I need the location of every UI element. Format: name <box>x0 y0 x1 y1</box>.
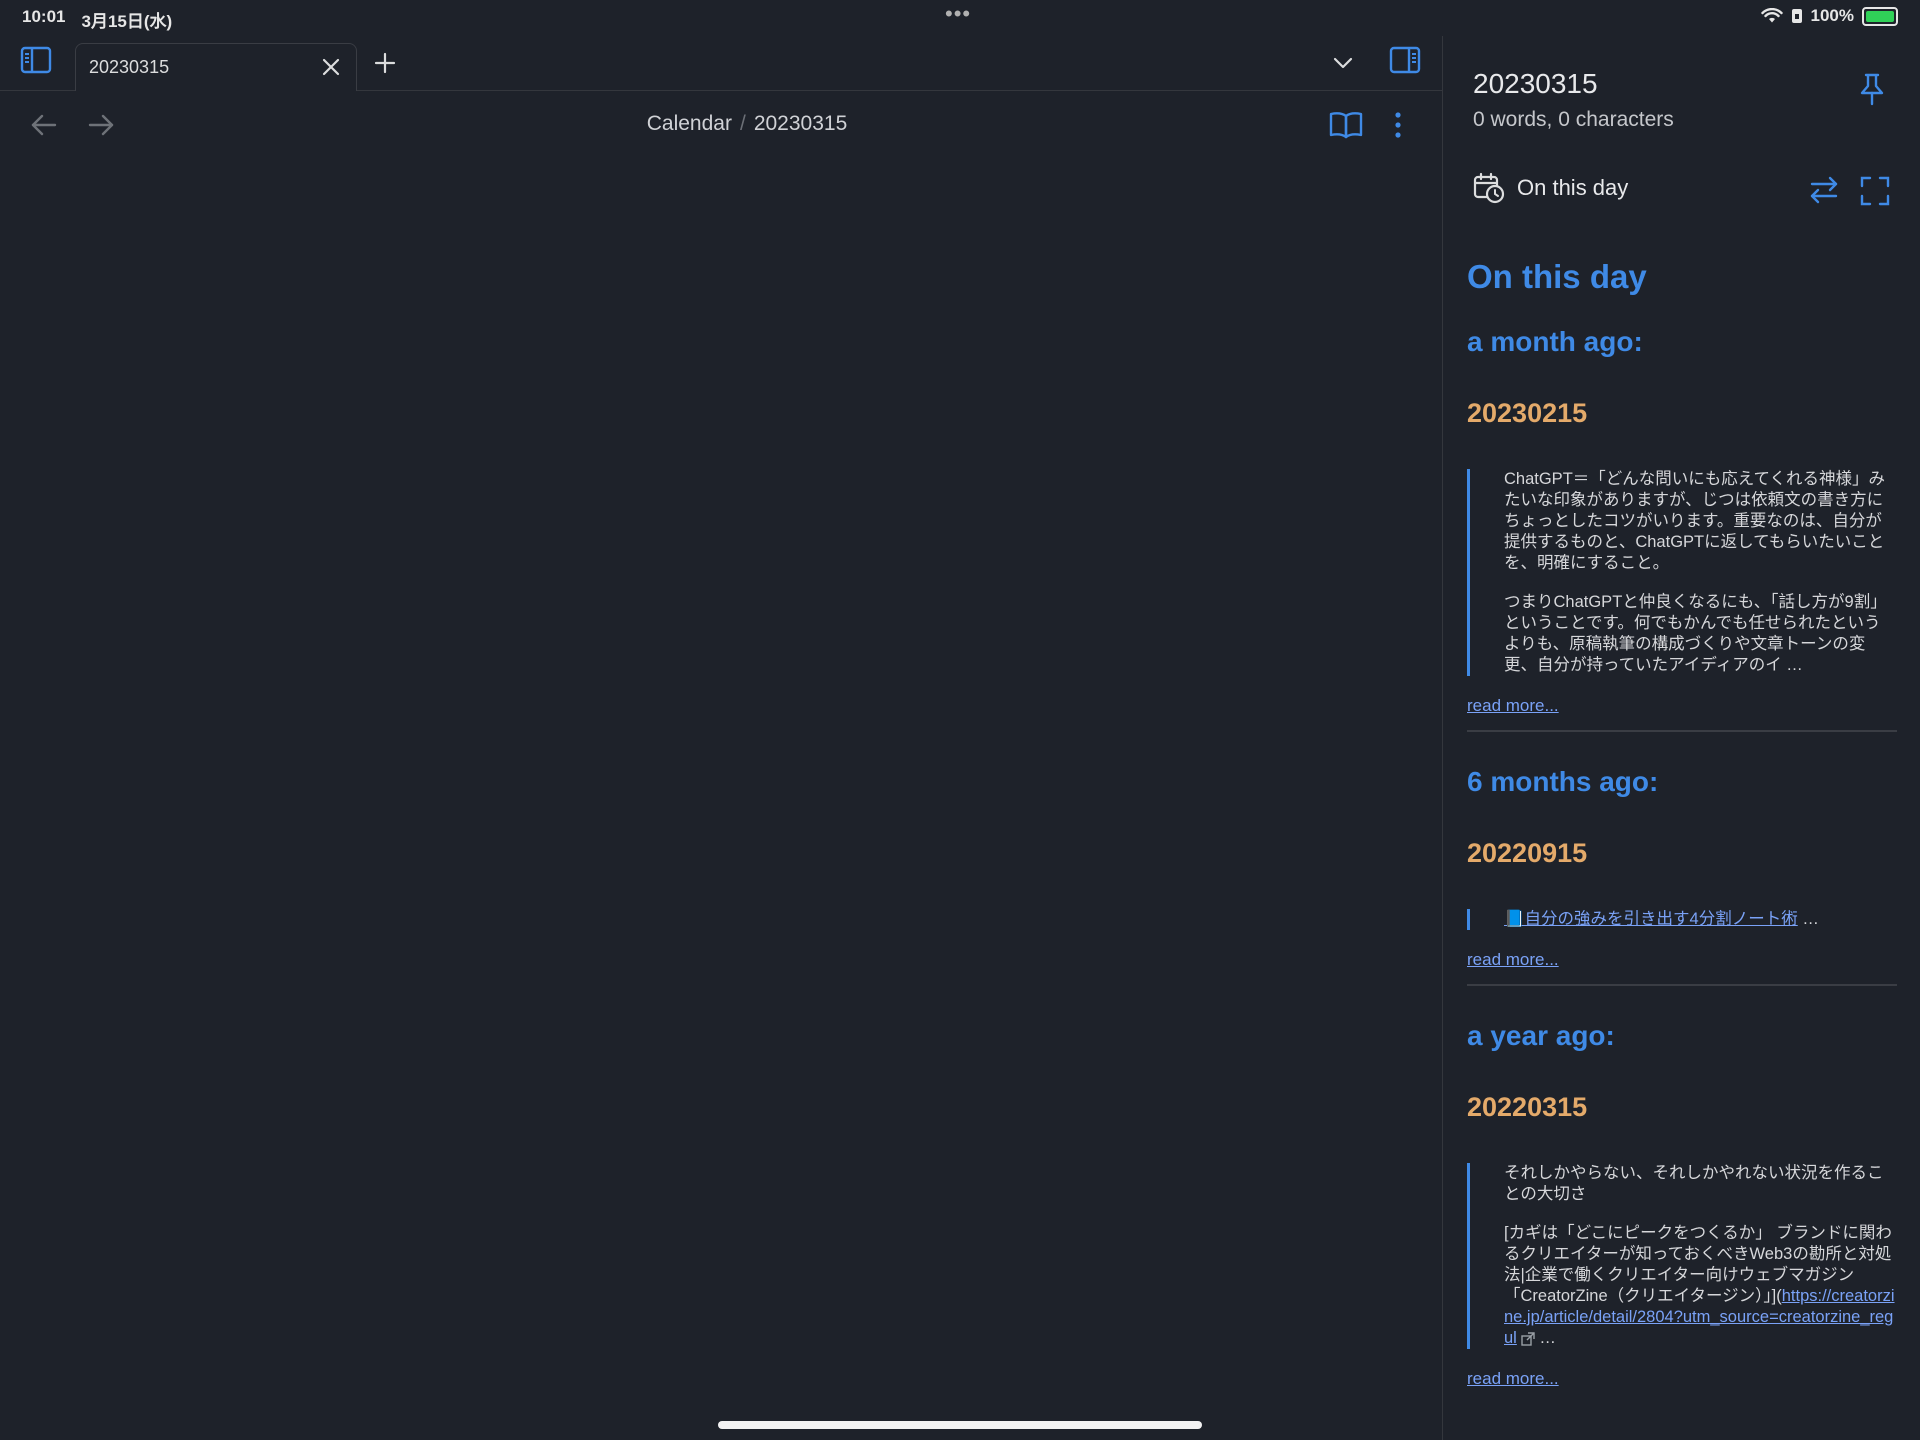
note-excerpt: それしかやらない、それしかやれない状況を作ることの大切さ [カギは「どこにピーク… <box>1467 1163 1897 1349</box>
close-tab-icon[interactable] <box>320 56 342 78</box>
swap-arrows-icon[interactable] <box>1808 176 1840 204</box>
multitasking-dots[interactable]: ••• <box>945 3 971 25</box>
new-tab-icon[interactable] <box>373 51 397 75</box>
breadcrumb-current[interactable]: 20230315 <box>754 112 847 135</box>
right-sidebar: 20230315 0 words, 0 characters On this d… <box>1442 36 1920 1440</box>
navigation-bar: Calendar / 20230315 <box>0 92 1442 156</box>
status-time: 10:01 <box>22 7 66 26</box>
wifi-icon <box>1760 8 1783 23</box>
battery-percent: 100% <box>1810 6 1854 25</box>
read-more-link[interactable]: read more... <box>1467 950 1897 970</box>
read-more-link[interactable]: read more... <box>1467 696 1897 716</box>
excerpt-ellipsis: … <box>1797 910 1819 928</box>
excerpt-ellipsis: … <box>1534 1329 1556 1347</box>
lock-rotation-icon <box>1791 9 1802 23</box>
tab-title: 20230315 <box>89 57 170 77</box>
excerpt-paragraph: それしかやらない、それしかやれない状況を作ることの大切さ <box>1504 1164 1884 1203</box>
tab-bar: 20230315 <box>0 36 1442 91</box>
right-sidebar-toggle-icon[interactable] <box>1389 46 1421 74</box>
calendar-clock-icon <box>1473 172 1505 204</box>
breadcrumb: Calendar / 20230315 <box>0 112 1494 136</box>
battery-icon <box>1862 6 1898 26</box>
note-excerpt: ChatGPT＝「どんな問いにも応えてくれる神様」みたいな印象がありますが、じつ… <box>1467 469 1897 676</box>
external-link-icon <box>1521 1331 1535 1346</box>
tab-list-chevron-down-icon[interactable] <box>1332 53 1354 73</box>
left-sidebar-toggle-icon[interactable] <box>20 46 52 74</box>
content-heading: On this day <box>1467 258 1647 295</box>
pin-icon[interactable] <box>1857 72 1887 106</box>
editor-area: 20230315 Calendar / 20230315 <box>0 36 1442 1440</box>
period-heading: 6 months ago: <box>1467 766 1659 797</box>
period-heading: a year ago: <box>1467 1020 1615 1051</box>
note-date-heading: 20220315 <box>1467 1092 1588 1122</box>
reading-view-book-icon[interactable] <box>1329 110 1363 140</box>
on-this-day-header: On this day <box>1473 172 1628 204</box>
breadcrumb-separator: / <box>739 112 746 135</box>
note-excerpt: 📘自分の強みを引き出す4分割ノート術 … <box>1467 909 1897 930</box>
note-word-count: 0 words, 0 characters <box>1473 108 1674 131</box>
status-bar: 10:01 3月15日(水) ••• 100% <box>0 0 1920 36</box>
period-heading: a month ago: <box>1467 326 1643 357</box>
section-divider <box>1467 984 1897 986</box>
status-left: 10:01 3月15日(水) <box>22 7 172 32</box>
note-info-title: 20230315 <box>1473 68 1598 99</box>
on-this-day-content: On this day a month ago: 20230215 ChatGP… <box>1467 258 1897 1403</box>
more-options-icon[interactable] <box>1393 110 1403 140</box>
expand-fullscreen-icon[interactable] <box>1860 176 1890 206</box>
status-right: 100% <box>1760 6 1898 26</box>
excerpt-paragraph: ChatGPT＝「どんな問いにも応えてくれる神様」みたいな印象がありますが、じつ… <box>1504 470 1885 572</box>
note-date-heading: 20230215 <box>1467 398 1588 428</box>
internal-note-link[interactable]: 📘自分の強みを引き出す4分割ノート術 <box>1504 910 1798 928</box>
breadcrumb-parent[interactable]: Calendar <box>647 112 732 135</box>
home-indicator[interactable] <box>718 1421 1202 1429</box>
excerpt-paragraph: つまりChatGPTと仲良くなるにも、「話し方が9割」ということです。何でもかん… <box>1504 593 1887 674</box>
section-divider <box>1467 730 1897 732</box>
on-this-day-label: On this day <box>1517 175 1629 200</box>
status-date: 3月15日(水) <box>81 12 173 31</box>
tab-active-note[interactable]: 20230315 <box>75 43 357 91</box>
note-date-heading: 20220915 <box>1467 838 1588 868</box>
read-more-link[interactable]: read more... <box>1467 1369 1897 1389</box>
